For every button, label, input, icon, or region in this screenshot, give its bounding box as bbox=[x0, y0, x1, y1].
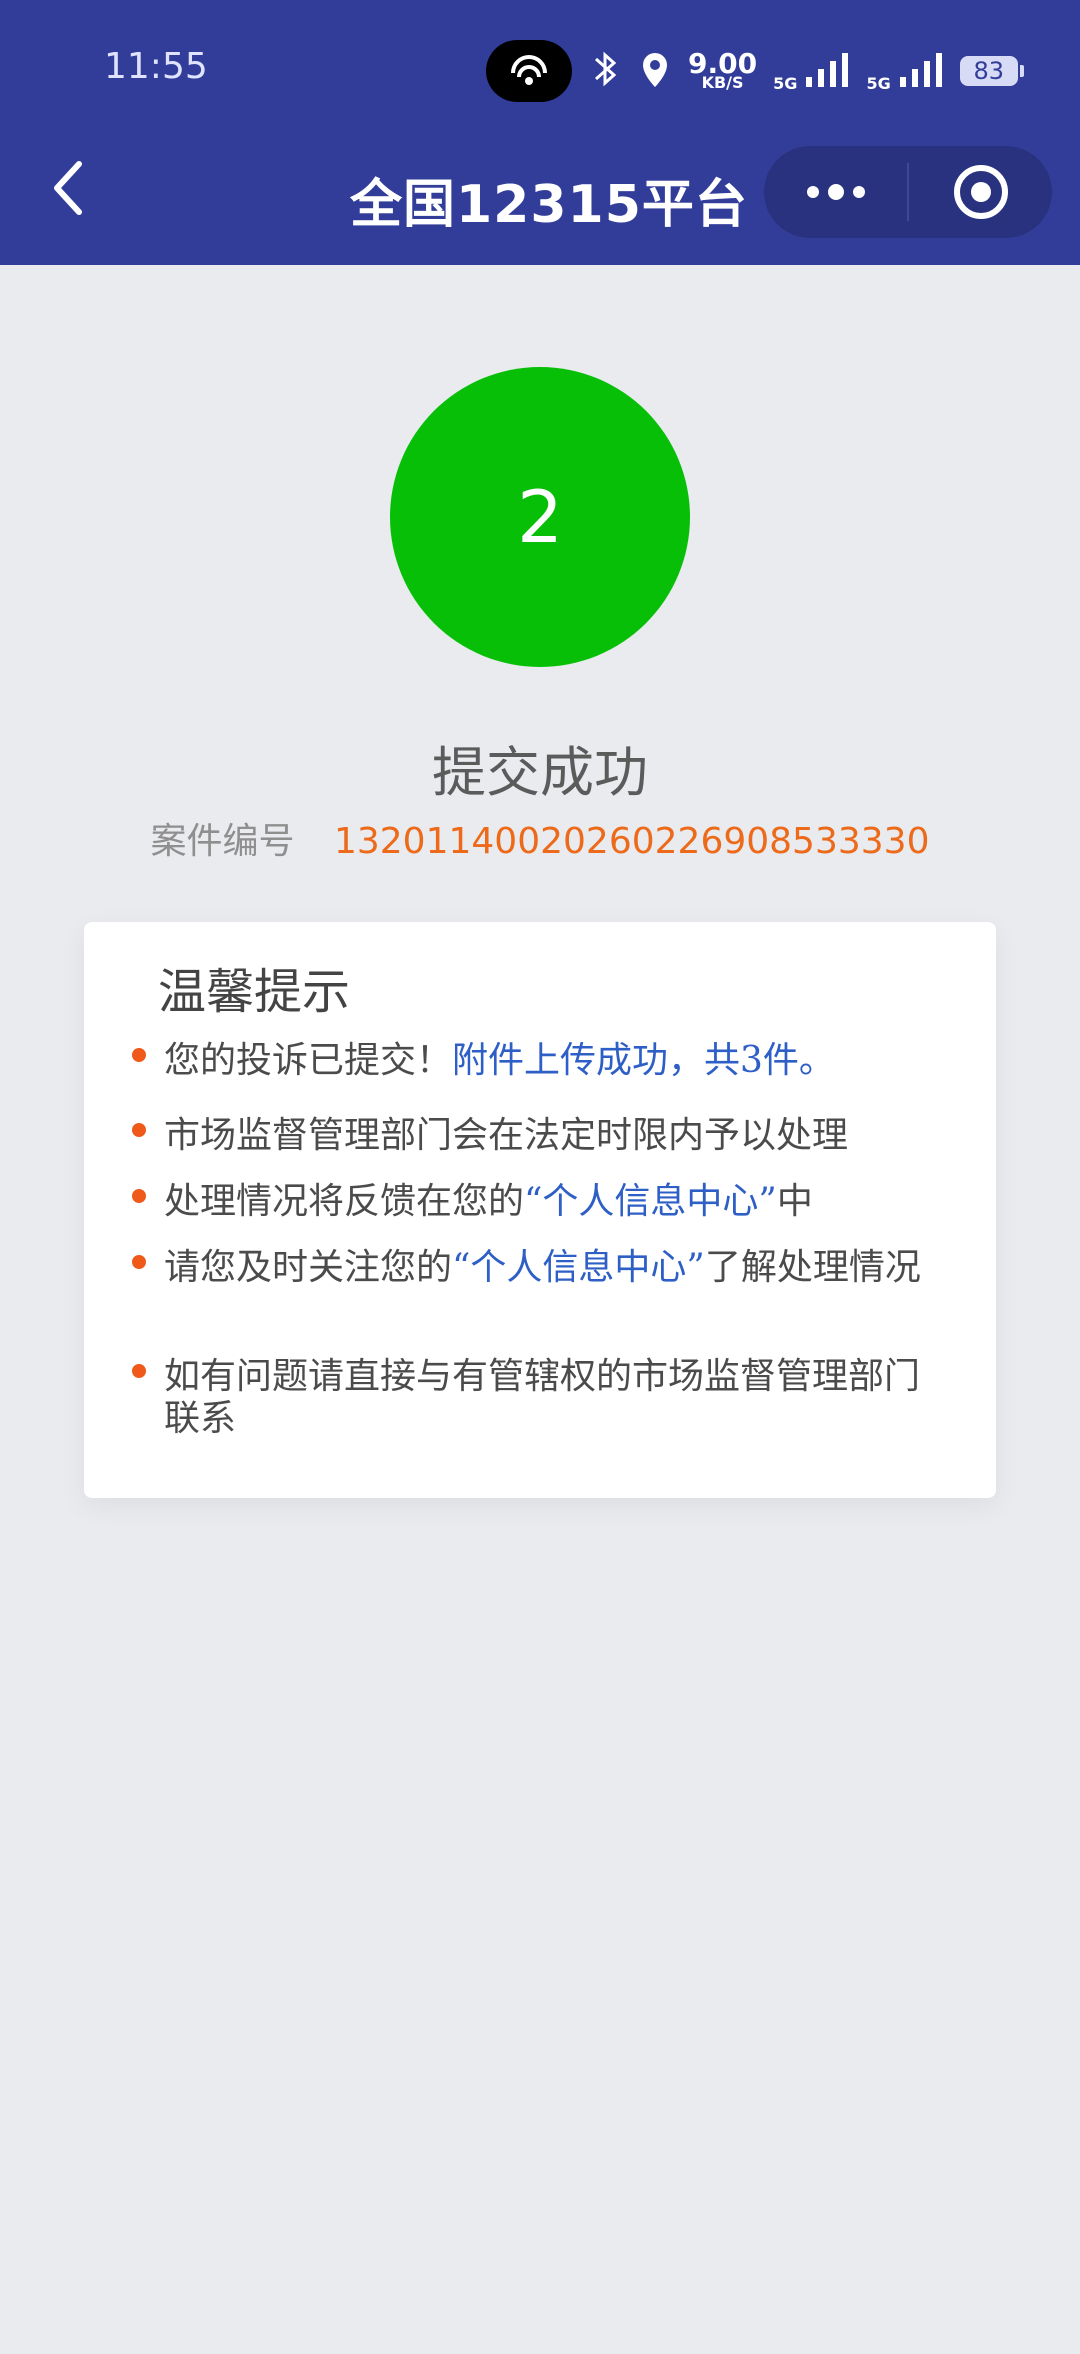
battery-tip bbox=[1019, 65, 1024, 77]
bluetooth-icon bbox=[588, 47, 622, 95]
close-button[interactable] bbox=[909, 146, 1052, 238]
status-icons: 9.00 KB/S 5G 5G 83 bbox=[486, 36, 1024, 106]
network-speed: 9.00 KB/S bbox=[688, 47, 758, 93]
tip-item: 请您及时关注您的“个人信息中心”了解处理情况 bbox=[132, 1247, 944, 1289]
tips-card: 温馨提示 您的投诉已提交！附件上传成功，共3件。 市场监督管理部门会在法定时限内… bbox=[84, 922, 996, 1498]
signal-5g-2-icon: 5G bbox=[866, 49, 943, 93]
battery-icon: 83 bbox=[959, 56, 1018, 86]
hotspot-icon bbox=[486, 40, 572, 102]
target-icon bbox=[953, 165, 1008, 219]
status-time: 11:55 bbox=[104, 46, 208, 87]
signal-5g-icon: 5G bbox=[773, 49, 850, 93]
tip-item: 如有问题请直接与有管辖权的市场监督管理部门联系 bbox=[132, 1356, 944, 1440]
mini-program-capsule bbox=[764, 146, 1052, 238]
chevron-left-icon bbox=[54, 161, 82, 215]
bullet-icon bbox=[132, 1123, 146, 1137]
tip-item: 您的投诉已提交！附件上传成功，共3件。 bbox=[132, 1040, 944, 1082]
header-bar: 11:55 9.00 KB/S 5G 5G 83 全国12315平台 bbox=[0, 0, 1080, 265]
bullet-icon bbox=[132, 1048, 146, 1062]
page-title: 全国12315平台 bbox=[350, 175, 748, 235]
more-button[interactable] bbox=[764, 146, 907, 238]
case-label: 案件编号 bbox=[150, 821, 295, 862]
case-number: 13201140020260226908533330 bbox=[333, 821, 930, 862]
tip-item: 市场监督管理部门会在法定时限内予以处理 bbox=[132, 1115, 944, 1157]
bullet-icon bbox=[132, 1255, 146, 1269]
bullet-icon bbox=[132, 1364, 146, 1378]
location-icon bbox=[638, 47, 672, 95]
more-icon bbox=[806, 184, 865, 200]
step-number: 2 bbox=[517, 475, 563, 559]
step-number-circle: 2 bbox=[390, 367, 690, 667]
bullet-icon bbox=[132, 1189, 146, 1203]
case-row: 案件编号 13201140020260226908533330 bbox=[0, 812, 1080, 864]
tips-title: 温馨提示 bbox=[158, 964, 351, 1020]
back-button[interactable] bbox=[40, 160, 96, 216]
success-title: 提交成功 bbox=[432, 741, 648, 804]
tip-item: 处理情况将反馈在您的“个人信息中心”中 bbox=[132, 1181, 944, 1223]
